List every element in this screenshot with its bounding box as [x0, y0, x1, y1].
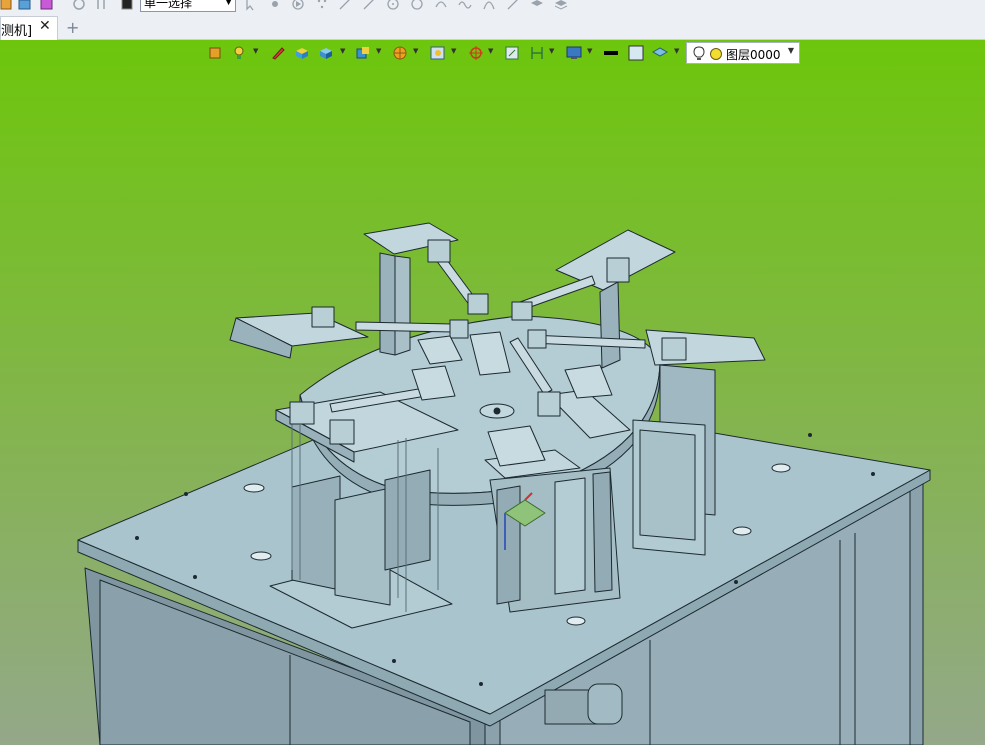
box-shaded-icon[interactable]: [294, 45, 310, 61]
zoom-fit-icon[interactable]: [430, 45, 446, 61]
view-toolbar: ▼ ▼ ▼ ▼ ▼ ▼ ▼ ▼ ▼ 图层0000 ▼: [0, 40, 985, 66]
orbit-icon[interactable]: [468, 45, 484, 61]
play-icon[interactable]: [291, 0, 305, 11]
arc-icon[interactable]: [434, 0, 448, 11]
color-swatch-icon[interactable]: [120, 0, 134, 11]
chevron-down-icon: ▼: [225, 0, 232, 7]
layer-color-icon[interactable]: [628, 45, 644, 61]
visibility-icon[interactable]: [709, 47, 723, 61]
machine-3d-model: [77, 222, 931, 745]
box-solid-icon[interactable]: [318, 45, 334, 61]
select-mode-dropdown[interactable]: 单一选择 ▼: [140, 0, 236, 12]
chevron-down-icon[interactable]: ▼: [451, 47, 456, 55]
point-icon[interactable]: [268, 0, 282, 11]
document-tab-bar: 测机] ✕ +: [0, 14, 985, 40]
layers-icon[interactable]: [652, 45, 668, 61]
render-mode-icon[interactable]: [392, 45, 408, 61]
3d-viewport[interactable]: ▼ ▼ ▼ ▼ ▼ ▼ ▼ ▼ ▼ 图层0000 ▼: [0, 40, 985, 745]
measure-icon[interactable]: [529, 45, 545, 61]
display-settings-icon[interactable]: [566, 45, 582, 61]
polyline-icon[interactable]: [362, 0, 376, 11]
top-toolbar: 单一选择 ▼: [0, 0, 985, 14]
layer-name: 图层0000: [726, 48, 781, 62]
layer-dropdown[interactable]: 图层0000 ▼: [686, 42, 800, 64]
frame-icon[interactable]: [504, 45, 520, 61]
chevron-down-icon[interactable]: ▼: [488, 47, 493, 55]
slash-line-icon[interactable]: [506, 0, 520, 11]
chevron-down-icon[interactable]: ▼: [376, 47, 381, 55]
section-view-icon[interactable]: [355, 45, 371, 61]
light-bulb-icon[interactable]: [693, 46, 705, 62]
redo-icon[interactable]: [94, 0, 108, 11]
view-orient-icon[interactable]: [208, 45, 224, 61]
line-icon[interactable]: [338, 0, 352, 11]
chevron-down-icon: ▼: [787, 46, 794, 55]
new-file-icon[interactable]: [0, 0, 14, 11]
chevron-down-icon[interactable]: ▼: [340, 47, 345, 55]
open-file-icon[interactable]: [18, 0, 32, 11]
curve-icon[interactable]: [482, 0, 496, 11]
document-tab-label: 测机]: [1, 24, 33, 39]
circle-center-icon[interactable]: [386, 0, 400, 11]
pencil-icon[interactable]: [270, 45, 286, 61]
select-mode-label: 单一选择: [144, 0, 193, 10]
layers-stack-icon[interactable]: [554, 0, 568, 11]
spline-icon[interactable]: [458, 0, 472, 11]
chevron-down-icon[interactable]: ▼: [549, 47, 554, 55]
undo-icon[interactable]: [72, 0, 86, 11]
document-tab[interactable]: 测机] ✕: [0, 16, 58, 40]
circle-icon[interactable]: [410, 0, 424, 11]
light-bulb-icon[interactable]: [231, 45, 247, 61]
layers-icon[interactable]: [530, 0, 544, 11]
chevron-down-icon[interactable]: ▼: [674, 47, 679, 55]
close-icon[interactable]: ✕: [39, 18, 51, 34]
save-file-icon[interactable]: [40, 0, 54, 11]
cursor-select-icon[interactable]: [244, 0, 258, 11]
point-grid-icon[interactable]: [315, 0, 329, 11]
line-weight-icon[interactable]: [603, 45, 619, 61]
add-tab-icon[interactable]: +: [66, 18, 79, 37]
chevron-down-icon[interactable]: ▼: [587, 47, 592, 55]
chevron-down-icon[interactable]: ▼: [253, 47, 258, 55]
chevron-down-icon[interactable]: ▼: [413, 47, 418, 55]
